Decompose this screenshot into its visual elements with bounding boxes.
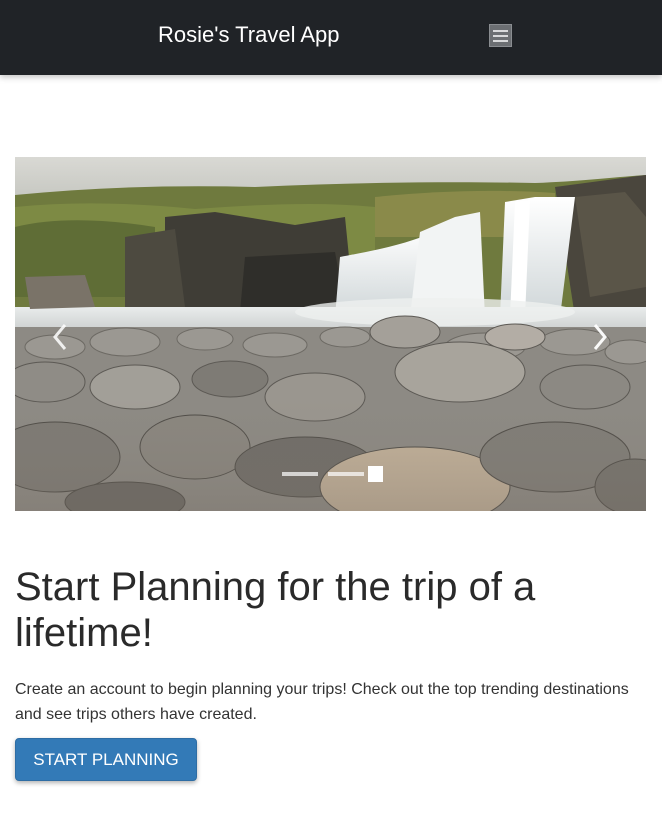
start-planning-button[interactable]: START PLANNING — [15, 738, 197, 781]
brand-title[interactable]: Rosie's Travel App — [158, 21, 340, 49]
chevron-left-icon — [53, 324, 67, 350]
carousel-next-button[interactable] — [585, 317, 615, 357]
image-carousel — [15, 157, 646, 511]
chevron-right-icon — [593, 324, 607, 350]
hamburger-menu-icon[interactable] — [489, 24, 512, 47]
hero-description: Create an account to begin planning your… — [15, 681, 629, 723]
carousel-slide-image — [15, 157, 646, 511]
carousel-indicator-2[interactable] — [328, 472, 364, 476]
hero-title: Start Planning for the trip of a lifetim… — [15, 565, 536, 655]
carousel-indicator-1[interactable] — [282, 472, 318, 476]
carousel-indicator-3-active[interactable] — [368, 466, 383, 482]
carousel-prev-button[interactable] — [45, 317, 75, 357]
navbar: Rosie's Travel App — [0, 0, 662, 75]
